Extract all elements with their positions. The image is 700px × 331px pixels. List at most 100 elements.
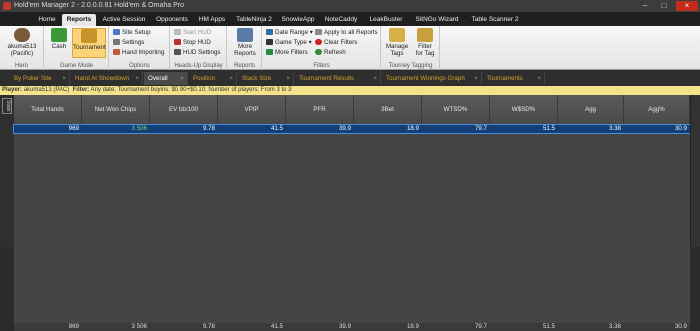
tag-icon xyxy=(389,28,405,42)
avatar-icon xyxy=(14,28,30,42)
settings-button[interactable]: Settings xyxy=(113,39,144,47)
tab-tableninja[interactable]: TableNinja 2 xyxy=(232,14,276,26)
manage-tags-label-2: Tags xyxy=(390,50,404,57)
hand-importing-button[interactable]: Hand Importing xyxy=(113,49,164,57)
tab-active-session[interactable]: Active Session xyxy=(99,14,149,26)
tab-sitngo-wizard[interactable]: SitNGo Wizard xyxy=(410,14,464,26)
cell-vpip: 41.5 xyxy=(270,125,283,132)
tab-tournament-results[interactable]: Tournament Results × xyxy=(295,72,381,85)
col-vpip[interactable]: VPIP xyxy=(218,95,286,124)
close-icon[interactable]: × xyxy=(286,72,290,85)
tab-stack-size[interactable]: Stack Size × xyxy=(238,72,294,85)
group-reports: More Reports Reports xyxy=(228,26,262,70)
tab-leakbuster[interactable]: LeakBuster xyxy=(365,14,407,26)
cell-3bet: 18.9 xyxy=(406,125,419,132)
tab-hm-apps[interactable]: HM Apps xyxy=(195,14,229,26)
hud-icon xyxy=(174,49,181,55)
close-icon[interactable]: × xyxy=(229,72,233,85)
site-setup-button[interactable]: Site Setup xyxy=(113,29,151,37)
cell-pfr: 39.9 xyxy=(338,125,351,132)
col-pfr[interactable]: PFR xyxy=(286,95,354,124)
tab-label: Stack Size xyxy=(242,75,272,82)
tab-label: Hand At Showdown xyxy=(75,75,130,82)
total-wtsd: 79.7 xyxy=(474,323,487,330)
stats-side-tab[interactable]: Stats xyxy=(2,98,12,114)
tab-notecaddy[interactable]: NoteCaddy xyxy=(320,14,362,26)
col-total-hands[interactable]: Total Hands xyxy=(14,95,82,124)
close-icon[interactable]: × xyxy=(474,72,478,85)
hero-selector[interactable]: akuma513 (Pacific) xyxy=(2,28,42,57)
player-label: Player: xyxy=(2,87,23,93)
group-label-tourney-tagging: Tourney Tagging xyxy=(388,63,433,69)
stop-hud-button[interactable]: Stop HUD xyxy=(174,39,211,47)
col-agg[interactable]: Agg xyxy=(558,95,624,124)
tournament-button[interactable]: Tournament xyxy=(72,28,106,58)
player-value: akuma513 (PAC) xyxy=(23,87,70,93)
table-row[interactable]: 969 3 506 9.78 41.5 39.9 18.9 79.7 51.5 … xyxy=(13,124,691,134)
tab-home[interactable]: Home xyxy=(34,14,60,26)
refresh-button[interactable]: Refresh xyxy=(315,49,346,57)
stats-grid: Stats Total Hands Net Won Chips EV bb/10… xyxy=(0,95,700,331)
start-hud-button[interactable]: Start HUD xyxy=(174,29,211,37)
tab-overall[interactable]: Overall × xyxy=(144,72,188,85)
tab-opponents[interactable]: Opponents xyxy=(152,14,192,26)
col-wtsd[interactable]: WTSD% xyxy=(422,95,490,124)
close-icon[interactable]: × xyxy=(373,72,377,85)
clear-filters-button[interactable]: Clear Filters xyxy=(315,39,357,47)
close-icon[interactable]: × xyxy=(62,72,66,85)
close-button[interactable]: × xyxy=(676,1,698,11)
cash-button[interactable]: Cash xyxy=(48,28,70,50)
minimize-button[interactable]: – xyxy=(636,1,654,11)
col-agg-pct[interactable]: Agg% xyxy=(624,95,690,124)
close-icon[interactable]: × xyxy=(135,72,139,85)
apply-all-label: Apply to all Reports xyxy=(324,29,378,36)
filter-for-tag-button[interactable]: Filter for Tag xyxy=(412,28,438,57)
tab-tournament-winnings-graph[interactable]: Tournament Winnings Graph × xyxy=(382,72,482,85)
group-options: Site Setup Settings Hand Importing Optio… xyxy=(110,26,170,70)
group-tourney-tagging: Manage Tags Filter for Tag Tourney Taggi… xyxy=(382,26,440,70)
vertical-scrollbar[interactable] xyxy=(690,95,700,247)
refresh-label: Refresh xyxy=(324,49,346,56)
col-3bet[interactable]: 3Bet xyxy=(354,95,422,124)
filter-tag-label-1: Filter xyxy=(418,43,432,50)
grid-header: Total Hands Net Won Chips EV bb/100 VPIP… xyxy=(14,95,690,124)
tab-hand-at-showdown[interactable]: Hand At Showdown × xyxy=(71,72,143,85)
cell-net-won-chips: 3 506 xyxy=(131,125,147,132)
settings-label: Settings xyxy=(122,39,145,46)
date-range-button[interactable]: Date Range ▾ xyxy=(266,29,313,37)
maximize-button[interactable]: □ xyxy=(655,1,673,11)
tab-table-scanner[interactable]: Table Scanner 2 xyxy=(467,14,523,26)
more-reports-button[interactable]: More Reports xyxy=(230,28,260,57)
tab-reports[interactable]: Reports xyxy=(62,14,96,26)
close-icon[interactable]: × xyxy=(180,72,184,85)
grid-empty-area xyxy=(14,133,690,323)
filter-icon xyxy=(266,49,273,55)
total-wssd: 51.5 xyxy=(542,323,555,330)
total-agg: 3.38 xyxy=(608,323,621,330)
reports-icon xyxy=(237,28,253,42)
cash-label: Cash xyxy=(51,43,67,50)
hud-settings-button[interactable]: HUD Settings xyxy=(174,49,220,57)
apply-all-button[interactable]: Apply to all Reports xyxy=(315,29,378,37)
tab-snowieapp[interactable]: SnowieApp xyxy=(279,14,317,26)
game-type-button[interactable]: Game Type ▾ xyxy=(266,39,312,47)
tab-by-poker-site[interactable]: By Poker Site × xyxy=(10,72,70,85)
filter-value: Any date; Tournament buyins: $0.90+$0.10… xyxy=(90,87,292,93)
tag-filter-icon xyxy=(417,28,433,42)
gear-icon xyxy=(113,39,120,45)
more-filters-button[interactable]: More Filters xyxy=(266,49,308,57)
hero-site: (Pacific) xyxy=(10,50,34,57)
close-icon[interactable]: × xyxy=(537,72,541,85)
more-filters-label: More Filters xyxy=(275,49,308,56)
cash-icon xyxy=(51,28,67,42)
col-net-won-chips[interactable]: Net Won Chips xyxy=(82,95,150,124)
group-game-mode: Cash Tournament Game Mode xyxy=(45,26,109,70)
tab-tournaments[interactable]: Tournaments × xyxy=(483,72,545,85)
cards-icon xyxy=(266,39,273,45)
tab-label: Position xyxy=(193,75,216,82)
tab-position[interactable]: Position × xyxy=(189,72,237,85)
manage-tags-button[interactable]: Manage Tags xyxy=(384,28,410,57)
col-ev-bb100[interactable]: EV bb/100 xyxy=(150,95,218,124)
filter-label: Filter: xyxy=(72,87,90,93)
col-wssd[interactable]: W$SD% xyxy=(490,95,558,124)
